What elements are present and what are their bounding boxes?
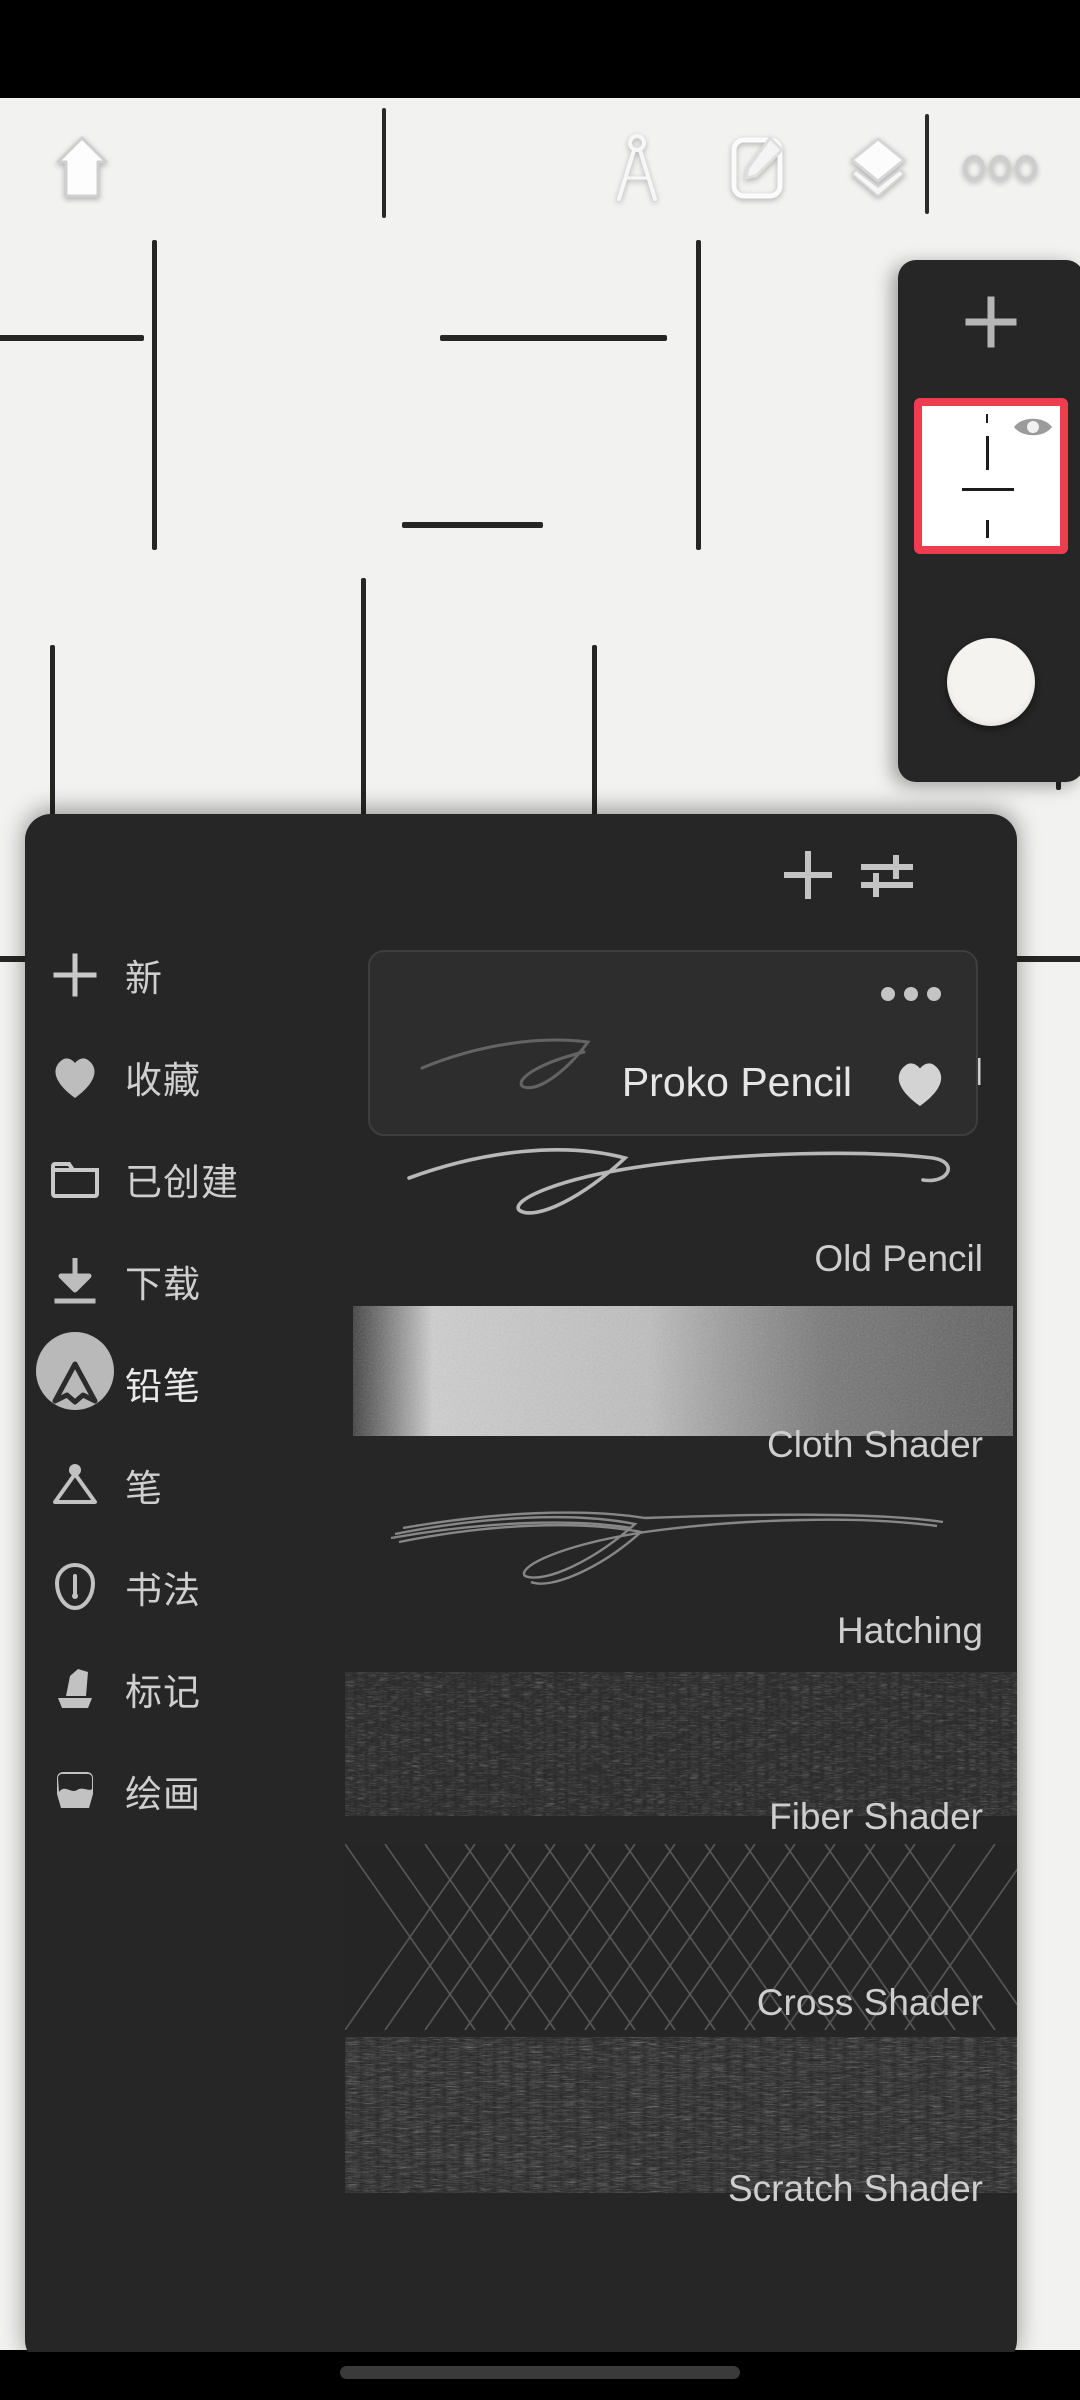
sidebar-item-calligraphy[interactable]: 书法 bbox=[25, 1536, 345, 1638]
brush-preview bbox=[420, 1038, 591, 1090]
sidebar-item-label: 已创建 bbox=[125, 1162, 239, 1203]
sidebar-item-downloads[interactable]: 下载 bbox=[25, 1230, 345, 1332]
brush-name: Fiber Shader bbox=[769, 1796, 983, 1837]
layer-preview-stroke bbox=[986, 520, 989, 538]
heart-icon[interactable] bbox=[892, 1059, 948, 1114]
sidebar-item-pencil[interactable]: 铅笔 bbox=[25, 1332, 345, 1434]
list-item[interactable]: Fiber Shader bbox=[345, 1658, 1017, 1844]
layer-preview-stroke bbox=[986, 414, 988, 423]
sidebar-item-label: 绘画 bbox=[125, 1774, 201, 1815]
sketch-stroke bbox=[696, 240, 701, 550]
brush-name: Proko Pencil bbox=[621, 1059, 852, 1105]
sidebar-item-painting[interactable]: 绘画 bbox=[25, 1740, 345, 1842]
compass-icon[interactable] bbox=[595, 126, 679, 210]
layers-panel bbox=[898, 260, 1080, 782]
calligraphy-icon bbox=[25, 1562, 125, 1612]
sidebar-item-label: 书法 bbox=[125, 1570, 201, 1611]
sidebar-item-label: 收藏 bbox=[125, 1060, 201, 1101]
gesture-pill[interactable] bbox=[340, 2366, 740, 2379]
sketch-stroke bbox=[50, 645, 55, 817]
plus-icon bbox=[25, 950, 125, 1000]
more-dots-icon[interactable] bbox=[958, 126, 1042, 210]
add-brush-button[interactable] bbox=[773, 840, 843, 910]
list-item[interactable]: Cloth Shader bbox=[345, 1286, 1017, 1472]
brush-name: Old Pencil bbox=[814, 1238, 983, 1279]
sidebar-item-favorites[interactable]: 收藏 bbox=[25, 1026, 345, 1128]
status-bar bbox=[0, 0, 1080, 98]
sketch-stroke bbox=[592, 645, 597, 817]
toolbar-divider bbox=[925, 114, 929, 214]
toolbar-divider bbox=[382, 108, 386, 218]
brush-settings-button[interactable] bbox=[852, 840, 922, 910]
edit-square-icon[interactable] bbox=[715, 126, 799, 210]
list-item[interactable]: Hatching bbox=[345, 1472, 1017, 1658]
sidebar-item-marker[interactable]: 标记 bbox=[25, 1638, 345, 1740]
brush-name: Hatching bbox=[836, 1610, 983, 1651]
list-item[interactable]: Scratch Shader bbox=[345, 2030, 1017, 2216]
sidebar-item-created[interactable]: 已创建 bbox=[25, 1128, 345, 1230]
add-layer-button[interactable] bbox=[898, 260, 1080, 384]
layer-preview-stroke bbox=[962, 488, 1014, 491]
brush-name: Cloth Shader bbox=[767, 1424, 983, 1465]
pen-icon bbox=[25, 1462, 125, 1508]
brush-category-sidebar: 新 收藏 已创建 下载 铅笔 笔 书法 标记 绘画 bbox=[25, 924, 345, 2366]
sketch-stroke bbox=[402, 522, 543, 528]
selected-brush-card[interactable]: Proko Pencil bbox=[368, 950, 978, 1136]
sidebar-item-label: 下载 bbox=[125, 1264, 201, 1305]
brush-list[interactable]: Waxy Pencil Old Pencil bbox=[345, 924, 1017, 2366]
system-nav-bar bbox=[0, 2352, 1080, 2400]
layers-icon[interactable] bbox=[836, 126, 920, 210]
sidebar-item-label: 笔 bbox=[125, 1468, 163, 1509]
color-swatch[interactable] bbox=[947, 638, 1035, 726]
paint-bucket-icon bbox=[25, 1770, 125, 1812]
brush-name: Cross Shader bbox=[756, 1982, 983, 2023]
brush-name: Scratch Shader bbox=[727, 2168, 983, 2209]
list-item[interactable]: Cross Shader bbox=[345, 1844, 1017, 2030]
home-icon[interactable] bbox=[40, 126, 124, 210]
sidebar-item-label: 标记 bbox=[125, 1672, 201, 1713]
sketch-stroke bbox=[0, 335, 144, 341]
eye-icon[interactable] bbox=[1012, 414, 1054, 440]
app-screen: 新 收藏 已创建 下载 铅笔 笔 书法 标记 绘画 Old Pencil Clo… bbox=[0, 0, 1080, 2400]
sketch-stroke bbox=[361, 578, 366, 833]
brush-panel-header bbox=[25, 814, 1017, 924]
heart-icon bbox=[25, 1054, 125, 1100]
folder-icon bbox=[25, 1158, 125, 1200]
download-icon bbox=[25, 1256, 125, 1306]
sketch-stroke bbox=[152, 240, 157, 550]
marker-icon bbox=[25, 1666, 125, 1712]
sidebar-item-pen[interactable]: 笔 bbox=[25, 1434, 345, 1536]
sketch-stroke bbox=[440, 335, 667, 341]
sidebar-item-new[interactable]: 新 bbox=[25, 924, 345, 1026]
pencil-icon bbox=[25, 1332, 125, 1410]
sidebar-item-label: 铅笔 bbox=[125, 1366, 201, 1407]
top-toolbar bbox=[0, 98, 1080, 238]
sidebar-item-label: 新 bbox=[125, 958, 163, 999]
more-dots-icon[interactable] bbox=[880, 986, 942, 1007]
layer-thumbnail-selected[interactable] bbox=[914, 398, 1068, 554]
layer-preview-stroke bbox=[986, 436, 989, 470]
